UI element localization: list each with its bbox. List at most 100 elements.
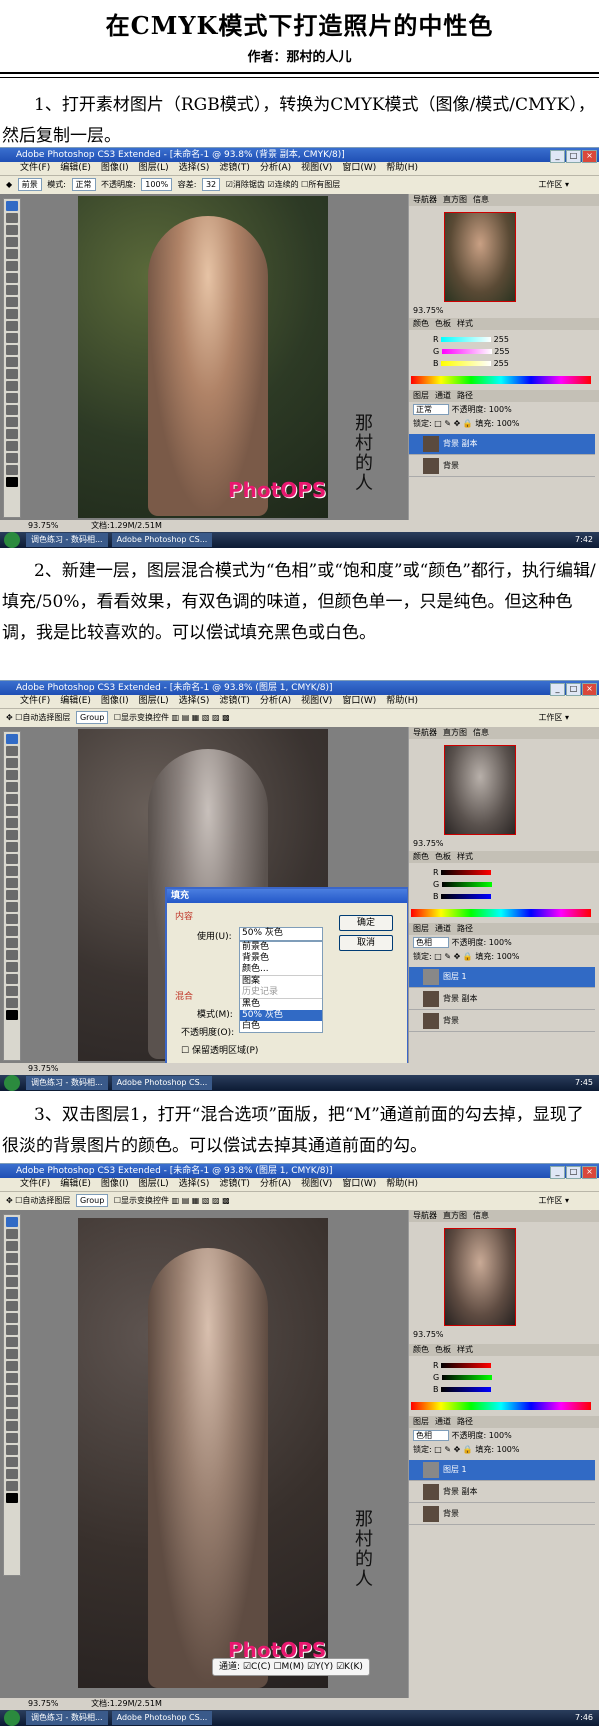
menu-image[interactable]: 图像(I) [101,696,129,706]
use-option-history[interactable]: 历史记录 [240,987,322,998]
menu-analysis[interactable]: 分析(A) [260,1179,291,1189]
antialias-check[interactable]: ☑ [226,180,233,189]
color-ramp[interactable] [411,1402,591,1410]
path-select-icon[interactable] [6,938,18,948]
crop-tool-icon[interactable] [6,794,18,804]
dodge-tool-icon[interactable] [6,1385,18,1395]
eraser-tool-icon[interactable] [6,333,18,343]
shape-tool-icon[interactable] [6,950,18,960]
menu-select[interactable]: 选择(S) [179,1179,210,1189]
tab-swatches[interactable]: 色板 [435,319,451,328]
channel-k-check[interactable]: ☑ [336,1662,344,1672]
use-select[interactable]: 50% 灰色 [239,927,323,941]
maximize-icon[interactable]: □ [566,1166,581,1179]
history-brush-icon[interactable] [6,1337,18,1347]
fill-input[interactable]: 100% [497,952,520,961]
ok-button[interactable]: 确定 [339,915,393,931]
channel-y-check[interactable]: ☑ [307,1662,315,1672]
align-icons[interactable]: ▥ ▤ ▦ ▧ ▨ ▩ [172,1196,230,1205]
menu-filter[interactable]: 滤镜(T) [219,1179,250,1189]
tab-styles[interactable]: 样式 [457,1345,473,1354]
dodge-tool-icon[interactable] [6,902,18,912]
tab-paths[interactable]: 路径 [457,391,473,400]
shape-tool-icon[interactable] [6,1433,18,1443]
menu-filter[interactable]: 滤镜(T) [219,696,250,706]
use-option-background[interactable]: 背景色 [240,953,322,964]
status-zoom[interactable]: 93.75% [28,1064,59,1073]
tab-layers[interactable]: 图层 [413,1417,429,1426]
b-value[interactable]: 255 [494,359,509,368]
close-icon[interactable]: × [582,683,597,696]
r-value[interactable]: 255 [494,335,509,344]
menu-analysis[interactable]: 分析(A) [260,163,291,173]
brush-tool-icon[interactable] [6,1313,18,1323]
layer-name[interactable]: 背景 [443,461,459,470]
blend-mode-select[interactable]: 色相 [413,937,449,948]
auto-select-target[interactable]: Group [75,711,109,724]
blend-mode-select[interactable]: 色相 [413,1430,449,1441]
status-zoom[interactable]: 93.75% [28,1699,59,1708]
menu-window[interactable]: 窗口(W) [342,1179,376,1189]
blend-mode-select[interactable]: 正常 [413,404,449,415]
wand-tool-icon[interactable] [6,1265,18,1275]
zoom-tool-icon[interactable] [6,998,18,1008]
menu-file[interactable]: 文件(F) [20,696,50,706]
bucket-tool-icon[interactable] [6,1361,18,1371]
contiguous-check[interactable]: ☑ [267,180,274,189]
brush-tool-icon[interactable] [6,830,18,840]
layer-row[interactable]: 背景 [409,1011,595,1032]
menu-select[interactable]: 选择(S) [179,163,210,173]
use-option-color[interactable]: 颜色... [240,964,322,975]
fill-source-select[interactable]: 前景 [17,178,42,191]
layer-opacity-input[interactable]: 100% [489,1431,512,1440]
history-brush-icon[interactable] [6,321,18,331]
hand-tool-icon[interactable] [6,453,18,463]
use-select-value[interactable]: 50% 灰色 [240,928,322,939]
menu-edit[interactable]: 编辑(E) [60,163,91,173]
taskbar-item-browser[interactable]: 调色练习 - 数码相... [26,533,108,547]
fill-input[interactable]: 100% [497,419,520,428]
navigator-thumbnail[interactable] [444,745,516,835]
menu-view[interactable]: 视图(V) [301,696,332,706]
marquee-tool-icon[interactable] [6,758,18,768]
g-slider[interactable] [441,349,492,354]
path-select-icon[interactable] [6,1421,18,1431]
workspace-button[interactable]: 工作区 ▾ [538,709,569,727]
layer-name[interactable]: 背景 副本 [443,439,478,448]
type-tool-icon[interactable] [6,393,18,403]
menu-filter[interactable]: 滤镜(T) [219,163,250,173]
menu-file[interactable]: 文件(F) [20,1179,50,1189]
b-slider[interactable] [441,1387,492,1392]
navigator-zoom[interactable]: 93.75% [413,1330,444,1339]
document-canvas[interactable]: PhotOPS [78,1218,328,1688]
menu-window[interactable]: 窗口(W) [342,163,376,173]
wand-tool-icon[interactable] [6,249,18,259]
zoom-tool-icon[interactable] [6,465,18,475]
taskbar-item-photoshop[interactable]: Adobe Photoshop CS... [111,533,213,547]
blur-tool-icon[interactable] [6,890,18,900]
eraser-tool-icon[interactable] [6,866,18,876]
r-slider[interactable] [441,1363,492,1368]
start-button[interactable] [4,1075,20,1091]
tab-paths[interactable]: 路径 [457,1417,473,1426]
heal-tool-icon[interactable] [6,818,18,828]
workspace-button[interactable]: 工作区 ▾ [538,176,569,194]
heal-tool-icon[interactable] [6,285,18,295]
auto-select-target[interactable]: Group [75,1194,109,1207]
menu-layer[interactable]: 图层(L) [139,163,169,173]
menu-window[interactable]: 窗口(W) [342,696,376,706]
transform-controls-check[interactable]: ☐ [114,1196,121,1205]
tab-color[interactable]: 颜色 [413,852,429,861]
wand-tool-icon[interactable] [6,782,18,792]
bucket-tool-icon[interactable] [6,345,18,355]
mode-select[interactable]: 正常 [71,178,96,191]
menu-help[interactable]: 帮助(H) [386,696,418,706]
navigator-zoom[interactable]: 93.75% [413,839,444,848]
crop-tool-icon[interactable] [6,1277,18,1287]
opacity-input[interactable]: 100% [141,178,173,191]
status-zoom[interactable]: 93.75% [28,521,59,530]
use-option-foreground[interactable]: 前景色 [240,942,322,953]
minimize-icon[interactable]: _ [550,150,565,163]
layer-name[interactable]: 背景 副本 [443,1487,478,1496]
notes-tool-icon[interactable] [6,429,18,439]
